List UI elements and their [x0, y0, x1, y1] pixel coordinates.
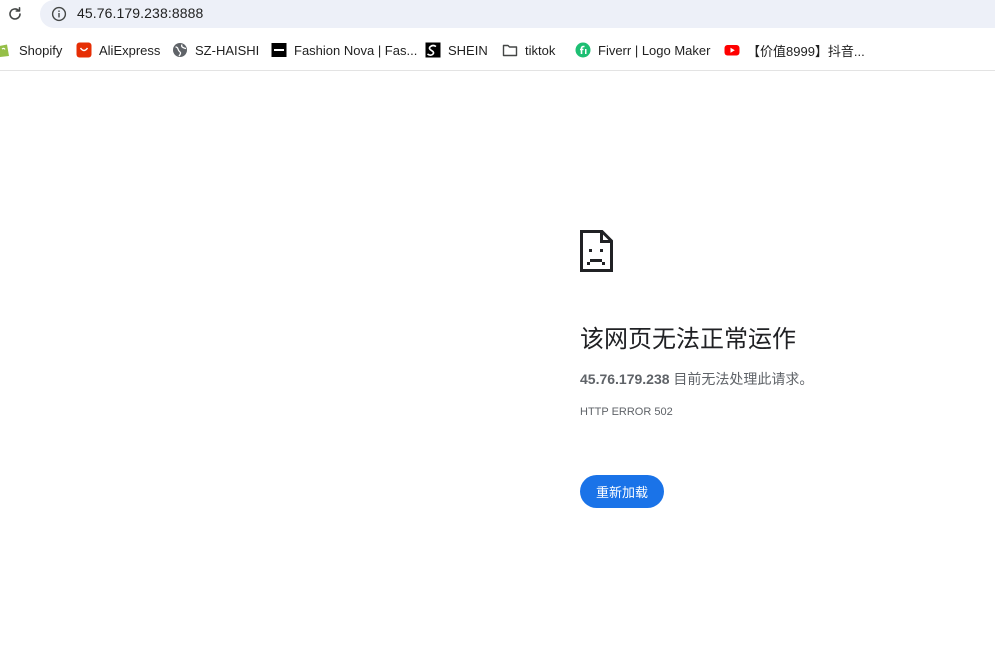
fiverr-icon	[575, 42, 591, 58]
bookmark-label: AliExpress	[99, 42, 161, 58]
bookmark-label: Shopify	[19, 42, 63, 58]
bookmark-label: SHEIN	[448, 42, 488, 58]
youtube-icon	[724, 42, 740, 58]
reload-icon[interactable]	[4, 3, 26, 25]
bookmark-label: tiktok	[525, 42, 556, 58]
bookmark-label: 【价值8999】抖音...	[747, 43, 865, 59]
bookmark-fiverr[interactable]: Fiverr | Logo Maker	[575, 41, 710, 59]
address-bar[interactable]: 45.76.179.238:8888	[40, 0, 995, 28]
bookmark-label: Fashion Nova | Fas...	[294, 42, 418, 58]
bookmark-shopify[interactable]: Shopify	[0, 41, 62, 59]
browser-toolbar: 45.76.179.238:8888	[0, 0, 995, 30]
shein-icon	[425, 42, 441, 58]
folder-icon	[502, 42, 518, 58]
error-host: 45.76.179.238	[580, 371, 670, 387]
bookmarks-bar: Shopify AliExpress SZ-HAISHI Fashion Nov…	[0, 30, 995, 71]
sad-page-icon	[580, 230, 613, 272]
bookmark-shein[interactable]: SHEIN	[425, 41, 488, 59]
aliexpress-icon	[76, 42, 92, 58]
error-message: 目前无法处理此请求。	[669, 371, 814, 387]
bookmark-label: Fiverr | Logo Maker	[598, 42, 711, 58]
error-code: HTTP ERROR 502	[580, 406, 673, 418]
bookmark-youtube[interactable]: 【价值8999】抖音...	[724, 41, 865, 59]
bookmark-sz-haishi[interactable]: SZ-HAISHI	[172, 41, 259, 59]
globe-icon	[172, 42, 188, 58]
reload-button[interactable]: 重新加载	[580, 475, 664, 508]
bookmark-aliexpress[interactable]: AliExpress	[76, 41, 160, 59]
bookmark-folder-tiktok[interactable]: tiktok	[502, 41, 555, 59]
error-description: 45.76.179.238 目前无法处理此请求。	[580, 369, 813, 389]
shopify-icon	[0, 42, 12, 58]
site-info-icon[interactable]	[50, 5, 68, 23]
url-text[interactable]: 45.76.179.238:8888	[77, 5, 203, 21]
bookmark-fashion-nova[interactable]: Fashion Nova | Fas...	[271, 41, 417, 59]
fashion-nova-icon	[271, 42, 287, 58]
bookmark-label: SZ-HAISHI	[195, 42, 260, 58]
error-title: 该网页无法正常运作	[580, 326, 796, 353]
